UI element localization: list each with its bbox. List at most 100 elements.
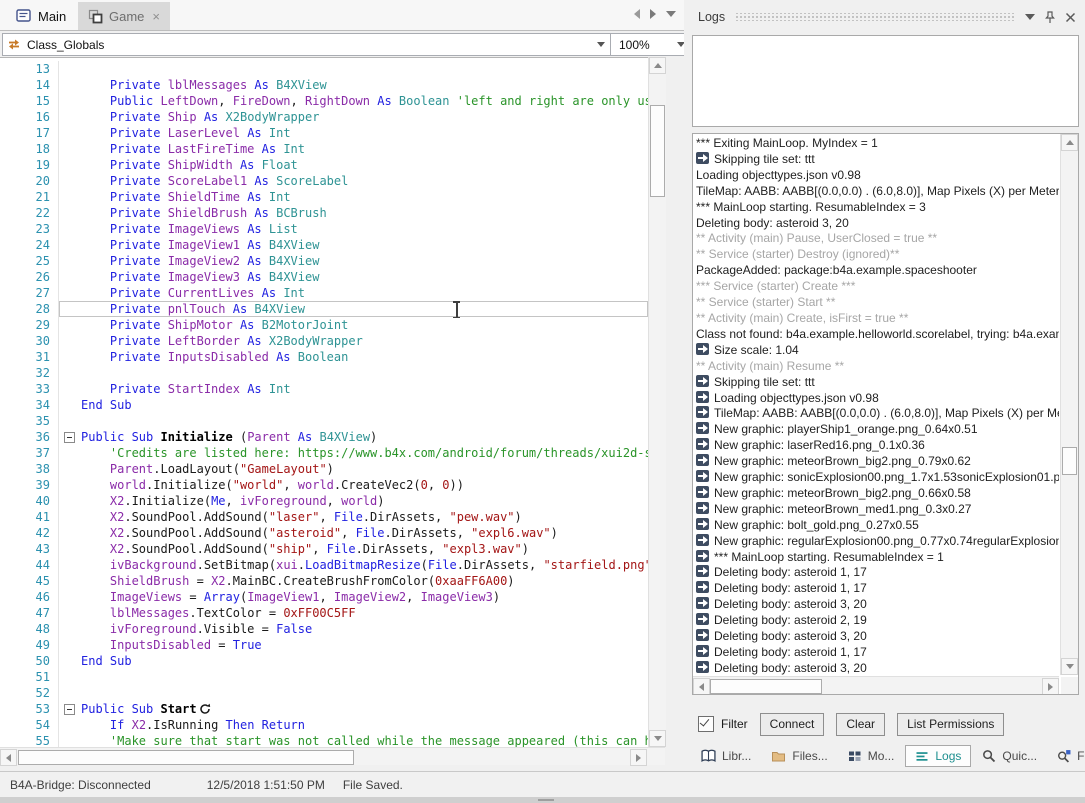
tab-game[interactable]: Game × (78, 2, 170, 30)
code-line-21[interactable]: 21 Private ShieldTime As Int (0, 189, 648, 205)
code-line-29[interactable]: 29 Private ShipMotor As B2MotorJoint (0, 317, 648, 333)
code-line-25[interactable]: 25 Private ImageView2 As B4XView (0, 253, 648, 269)
sub-selector-combobox[interactable]: Class_Globals (2, 33, 612, 56)
tab-scroll-left-icon[interactable] (634, 9, 640, 19)
code-line-38[interactable]: 38 Parent.LoadLayout("GameLayout") (0, 461, 648, 477)
code-line-41[interactable]: 41 X2.SoundPool.AddSound("laser", File.D… (0, 509, 648, 525)
log-vertical-scrollbar[interactable] (1060, 134, 1078, 675)
fold-margin (59, 333, 81, 349)
horizontal-scroll-thumb[interactable] (18, 750, 354, 765)
editor-horizontal-scrollbar[interactable] (0, 747, 665, 765)
line-number: 54 (0, 717, 59, 733)
code-editor[interactable]: 1314 Private lblMessages As B4XView15 Pu… (0, 57, 648, 748)
code-line-16[interactable]: 16 Private Ship As X2BodyWrapper (0, 109, 648, 125)
code-line-54[interactable]: 54 If X2.IsRunning Then Return (0, 717, 648, 733)
scrollbar-corner (1061, 677, 1078, 694)
tab-scroll-right-icon[interactable] (650, 9, 656, 19)
tab-close-icon[interactable]: × (152, 9, 160, 24)
code-line-26[interactable]: 26 Private ImageView3 As B4XView (0, 269, 648, 285)
log-output-list[interactable]: *** Exiting MainLoop. MyIndex = 1Skippin… (692, 133, 1079, 695)
code-line-37[interactable]: 37 'Credits are listed here: https://www… (0, 445, 648, 461)
code-line-50[interactable]: 50End Sub (0, 653, 648, 669)
code-line-13[interactable]: 13 (0, 61, 648, 77)
code-line-51[interactable]: 51 (0, 669, 648, 685)
panel-tab-libr[interactable]: Libr... (692, 746, 760, 766)
fold-collapse-icon[interactable] (59, 429, 81, 445)
code-line-15[interactable]: 15 Public LeftDown, FireDown, RightDown … (0, 93, 648, 109)
code-line-40[interactable]: 40 X2.Initialize(Me, ivForeground, world… (0, 493, 648, 509)
connect-button[interactable]: Connect (760, 713, 825, 736)
code-line-47[interactable]: 47 lblMessages.TextColor = 0xFF00C5FF (0, 605, 648, 621)
panel-tab-quic[interactable]: Quic... (973, 746, 1046, 766)
code-line-14[interactable]: 14 Private lblMessages As B4XView (0, 77, 648, 93)
tab-main[interactable]: Main (6, 2, 76, 30)
scroll-right-icon[interactable] (1042, 678, 1059, 695)
code-line-23[interactable]: 23 Private ImageViews As List (0, 221, 648, 237)
code-line-36[interactable]: 36Public Sub Initialize (Parent As B4XVi… (0, 429, 648, 445)
vertical-scroll-thumb[interactable] (1062, 447, 1077, 475)
logs-panel-header[interactable]: Logs (684, 6, 1085, 28)
code-line-19[interactable]: 19 Private ShipWidth As Float (0, 157, 648, 173)
code-line-20[interactable]: 20 Private ScoreLabel1 As ScoreLabel (0, 173, 648, 189)
code-line-22[interactable]: 22 Private ShieldBrush As BCBrush (0, 205, 648, 221)
editor-vertical-scrollbar[interactable] (648, 57, 666, 747)
code-line-53[interactable]: 53Public Sub Start (0, 701, 648, 717)
scroll-up-icon[interactable] (649, 57, 666, 74)
code-line-45[interactable]: 45 ShieldBrush = X2.MainBC.CreateBrushFr… (0, 573, 648, 589)
zoom-combobox[interactable]: 100% (610, 33, 692, 56)
scroll-right-icon[interactable] (630, 749, 647, 766)
fold-margin (59, 77, 81, 93)
code-line-31[interactable]: 31 Private InputsDisabled As Boolean (0, 349, 648, 365)
scroll-left-icon[interactable] (0, 749, 17, 766)
scroll-down-icon[interactable] (649, 730, 666, 747)
panel-close-icon[interactable] (1065, 12, 1076, 23)
panel-tab-find[interactable]: Find... (1048, 746, 1085, 766)
code-line-35[interactable]: 35 (0, 413, 648, 429)
code-line-30[interactable]: 30 Private LeftBorder As X2BodyWrapper (0, 333, 648, 349)
scroll-up-icon[interactable] (1061, 134, 1078, 151)
list-permissions-button[interactable]: List Permissions (897, 713, 1004, 736)
code-line-55[interactable]: 55 'Make sure that start was not called … (0, 733, 648, 748)
panel-tab-mo[interactable]: Mo... (839, 746, 904, 766)
code-line-17[interactable]: 17 Private LaserLevel As Int (0, 125, 648, 141)
scroll-left-icon[interactable] (693, 678, 710, 695)
log-horizontal-scrollbar[interactable] (693, 676, 1059, 694)
code-line-27[interactable]: 27 Private CurrentLives As Int (0, 285, 648, 301)
horizontal-scroll-thumb[interactable] (710, 679, 822, 694)
code-line-24[interactable]: 24 Private ImageView1 As B4XView (0, 237, 648, 253)
tab-list-dropdown-icon[interactable] (666, 11, 676, 17)
resize-grip[interactable] (538, 799, 554, 801)
panel-menu-chevron-icon[interactable] (1025, 14, 1035, 20)
panel-drag-grip[interactable] (735, 13, 1015, 21)
panel-tab-files[interactable]: Files... (762, 746, 836, 766)
log-entry: New graphic: meteorBrown_big2.png_0.79x0… (696, 454, 1059, 470)
code-line-46[interactable]: 46 ImageViews = Array(ImageView1, ImageV… (0, 589, 648, 605)
code-line-42[interactable]: 42 X2.SoundPool.AddSound("asteroid", Fil… (0, 525, 648, 541)
code-line-49[interactable]: 49 InputsDisabled = True (0, 637, 648, 653)
code-line-52[interactable]: 52 (0, 685, 648, 701)
code-line-39[interactable]: 39 world.Initialize("world", world.Creat… (0, 477, 648, 493)
fold-margin (59, 61, 81, 77)
code-line-43[interactable]: 43 X2.SoundPool.AddSound("ship", File.Di… (0, 541, 648, 557)
line-number: 32 (0, 365, 59, 381)
panel-tab-logs[interactable]: Logs (905, 745, 971, 767)
code-text: X2.SoundPool.AddSound("ship", File.DirAs… (81, 541, 648, 557)
filter-checkbox[interactable] (698, 716, 714, 732)
scroll-down-icon[interactable] (1061, 658, 1078, 675)
fold-margin (59, 269, 81, 285)
clear-button[interactable]: Clear (836, 713, 885, 736)
fold-collapse-icon[interactable] (59, 701, 81, 717)
code-text: Private StartIndex As Int (81, 381, 648, 397)
code-line-34[interactable]: 34End Sub (0, 397, 648, 413)
panel-tab-label: Logs (935, 749, 961, 763)
code-line-33[interactable]: 33 Private StartIndex As Int (0, 381, 648, 397)
code-line-44[interactable]: 44 ivBackground.SetBitmap(xui.LoadBitmap… (0, 557, 648, 573)
code-line-32[interactable]: 32 (0, 365, 648, 381)
log-filter-box[interactable] (692, 35, 1079, 127)
code-line-48[interactable]: 48 ivForeground.Visible = False (0, 621, 648, 637)
panel-pin-icon[interactable] (1044, 11, 1056, 24)
code-line-28[interactable]: 28 Private pnlTouch As B4XView (0, 301, 648, 317)
code-line-18[interactable]: 18 Private LastFireTime As Int (0, 141, 648, 157)
log-entry: ** Activity (main) Create, isFirst = tru… (696, 311, 1059, 327)
vertical-scroll-thumb[interactable] (650, 105, 665, 197)
